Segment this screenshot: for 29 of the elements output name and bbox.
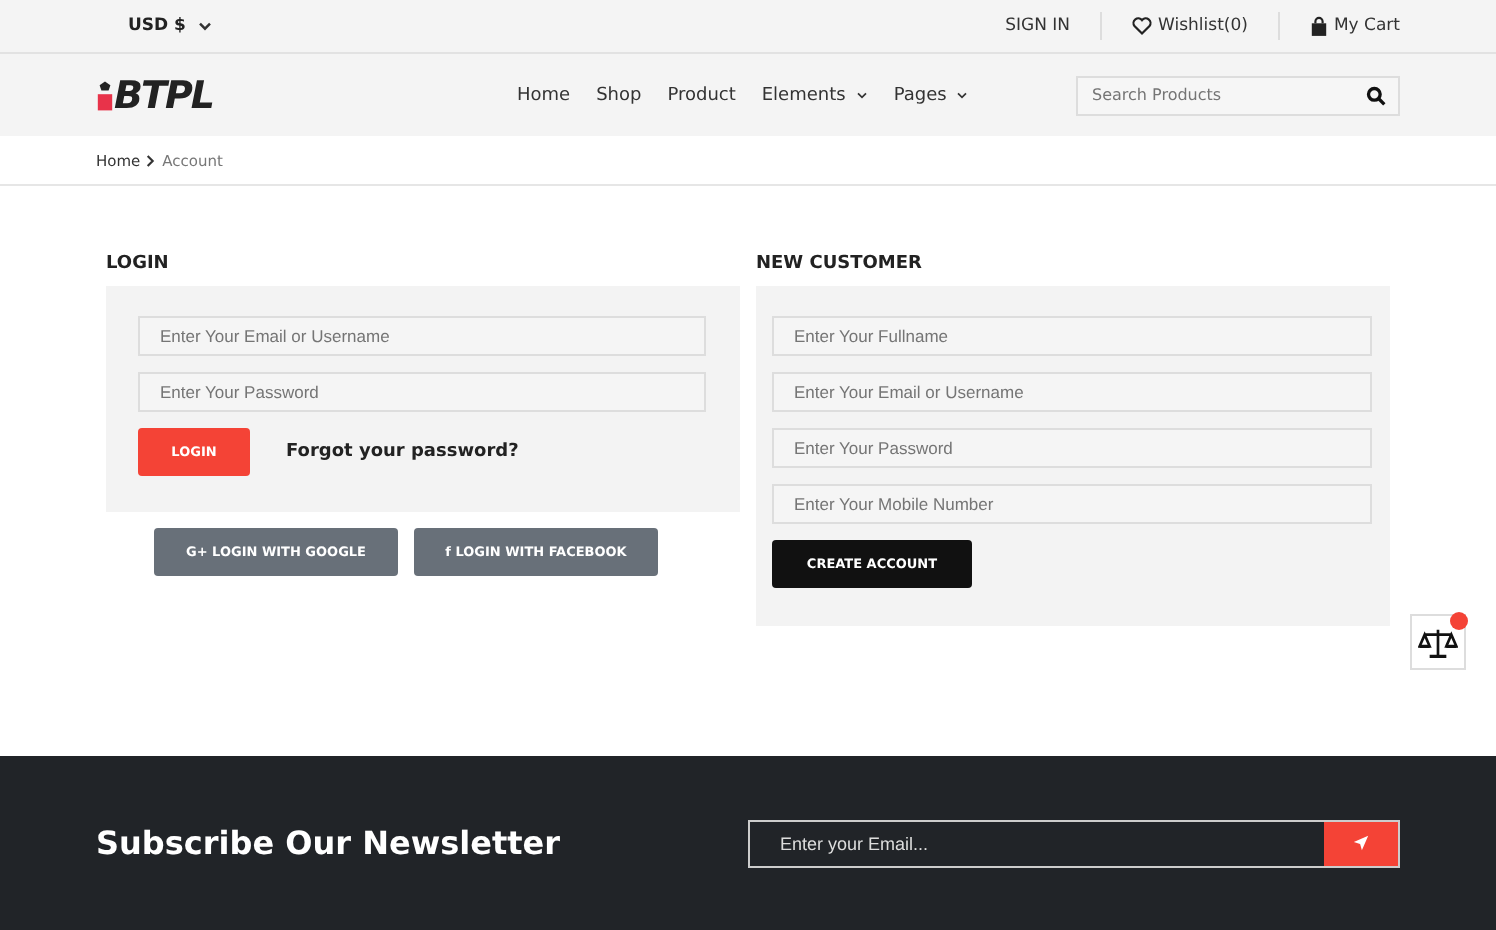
cart-link[interactable]: My Cart [1309,16,1400,36]
input-field[interactable]: Enter Your Password [772,428,1372,468]
input-field[interactable]: Enter Your Fullname [772,316,1372,356]
search-field[interactable]: Search Products [1076,75,1400,115]
compare-button[interactable] [1410,614,1466,670]
input-field[interactable]: Enter Your Mobile Number [772,484,1372,524]
nav-link[interactable]: Product [667,85,736,105]
newsletter-title: Subscribe Our Newsletter [96,824,560,862]
forgot-password-link[interactable]: Forgot your password? [286,442,519,462]
bag-icon [1309,16,1328,36]
section-title: NEW CUSTOMER [756,254,924,274]
input-field[interactable]: Enter Your Email or Username [772,372,1372,412]
caret-icon [197,21,212,31]
logo-icon [96,77,114,113]
heart-icon [1132,16,1153,36]
currency-selector[interactable]: USD $ [128,16,212,36]
nav-link[interactable]: Home [516,85,571,105]
search-icon[interactable] [1366,85,1386,105]
wishlist-link[interactable]: Wishlist(0) [1132,16,1248,36]
logo[interactable]: BTPL [114,73,213,117]
scales-icon [1418,627,1458,657]
nav-link[interactable]: Shop [596,85,642,105]
nav-link[interactable]: Pages [893,85,969,105]
chevron-icon [146,153,157,167]
section-title: LOGIN [106,254,171,274]
input-field[interactable]: Enter Your Email or Username [138,316,706,356]
sign-in-link[interactable]: SIGN IN [1005,16,1071,36]
input-field[interactable]: Enter Your Password [138,372,706,412]
nav-link[interactable]: Elements [761,85,868,105]
